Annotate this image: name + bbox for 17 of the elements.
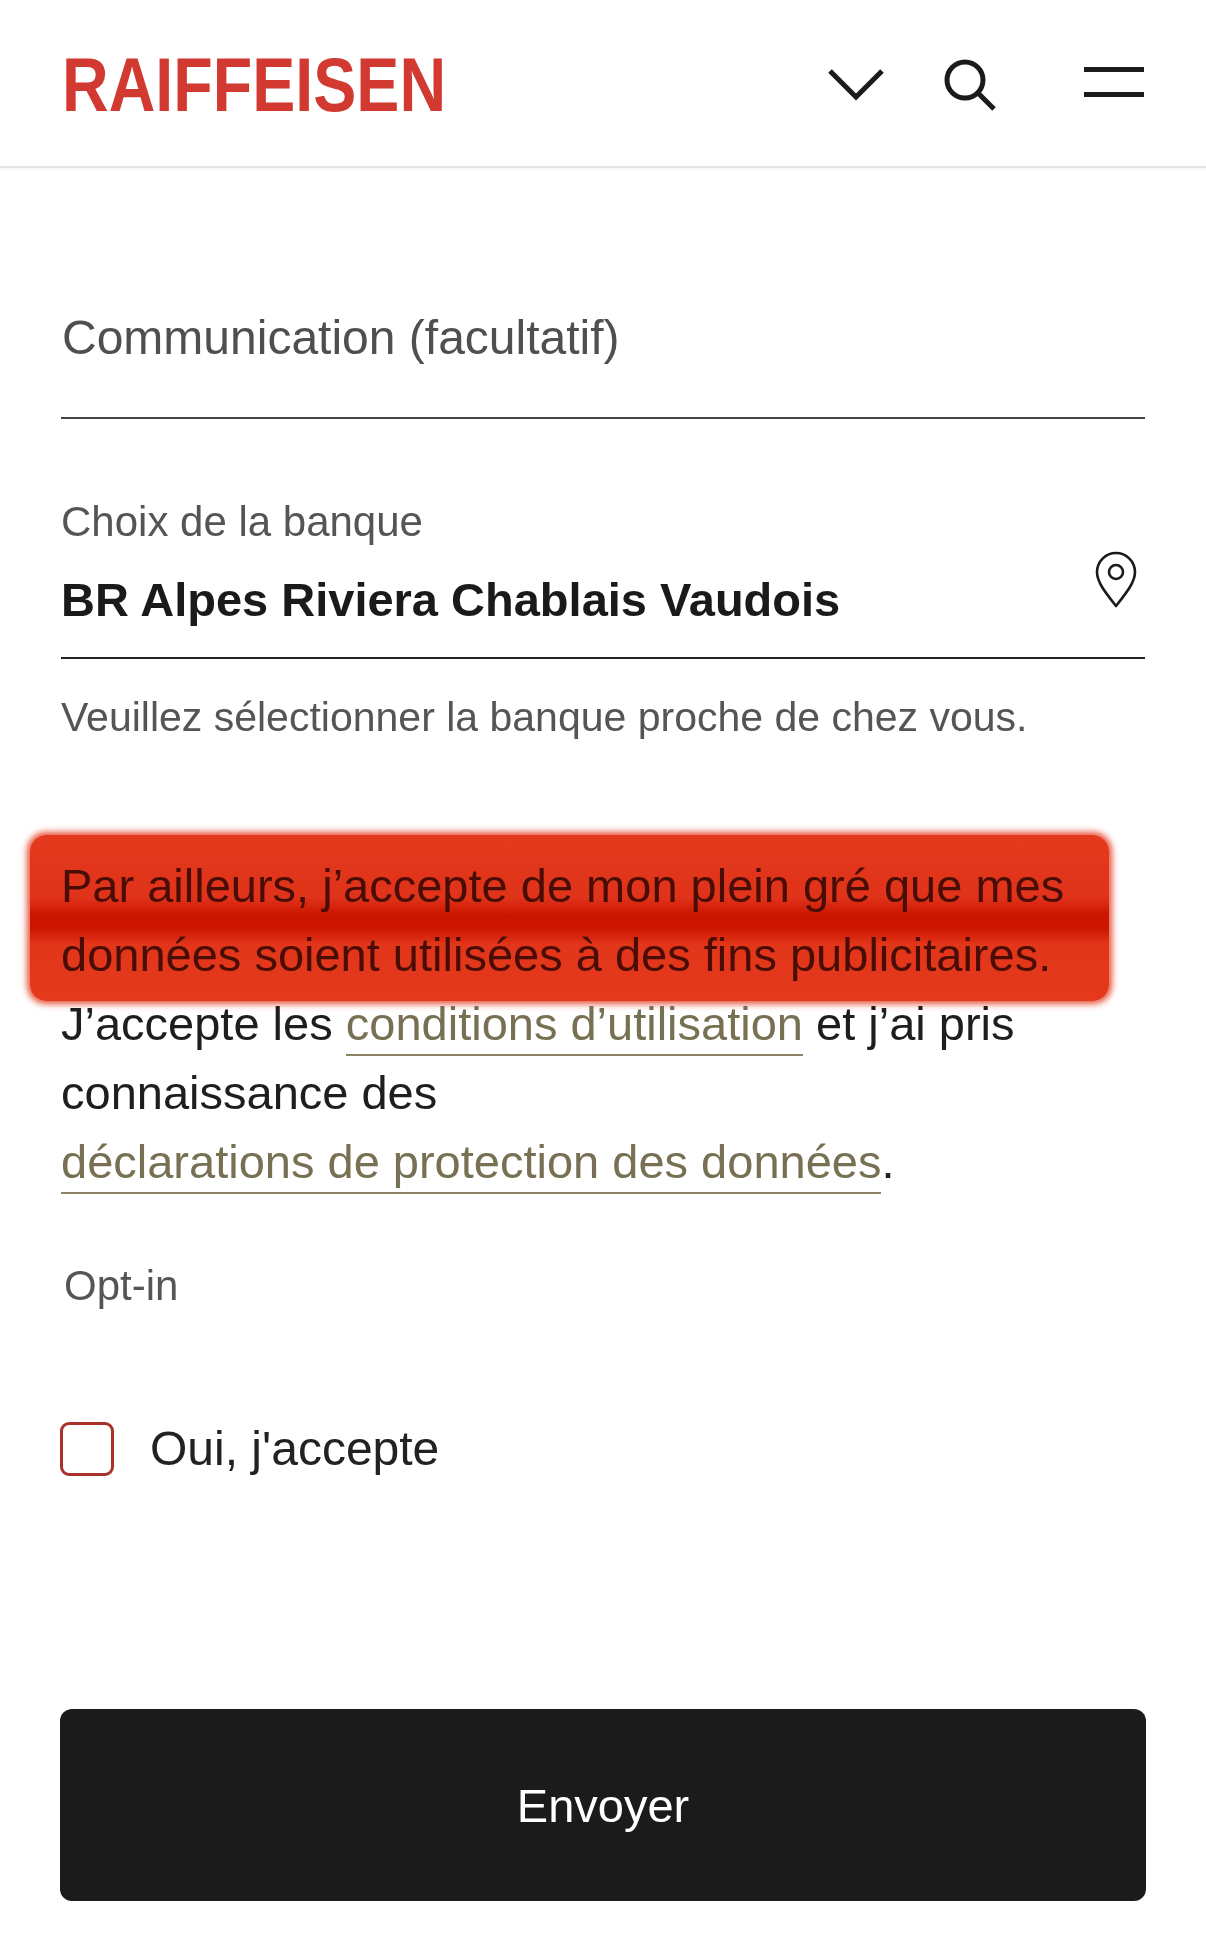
selected-bank: BR Alpes Riviera Chablais Vaudois [61, 572, 841, 628]
field-label: Choix de la banque [61, 497, 423, 547]
highlighted-sentence: Par ailleurs, j’accepte de mon plein gré que mes données soient utilisées à des fins publicitaires. [30, 835, 1109, 1001]
menu-icon[interactable] [1084, 67, 1144, 97]
submit-button[interactable]: Envoyer [60, 1709, 1146, 1901]
section-label: Opt-in [64, 1261, 179, 1311]
inline-link[interactable]: déclarations de protection des données [61, 1135, 882, 1194]
helper-text: Veuillez sélectionner la banque proche de chez vous. [61, 693, 1028, 742]
communication-input[interactable]: Communication (facultatif) [61, 307, 1145, 419]
checkbox-label[interactable]: Oui, j'accepte [150, 1420, 440, 1478]
brand-logo[interactable]: RAIFFEISEN [62, 55, 447, 115]
search-icon[interactable] [943, 58, 997, 112]
checkbox[interactable] [60, 1422, 114, 1476]
map-pin-icon[interactable] [1094, 551, 1138, 609]
bank-select-field[interactable]: Choix de la banque BR Alpes Riviera Chablais Vaudois [61, 496, 1145, 659]
inline-link[interactable]: conditions d’utilisation [345, 997, 803, 1056]
chevron-down-icon[interactable] [827, 68, 885, 102]
